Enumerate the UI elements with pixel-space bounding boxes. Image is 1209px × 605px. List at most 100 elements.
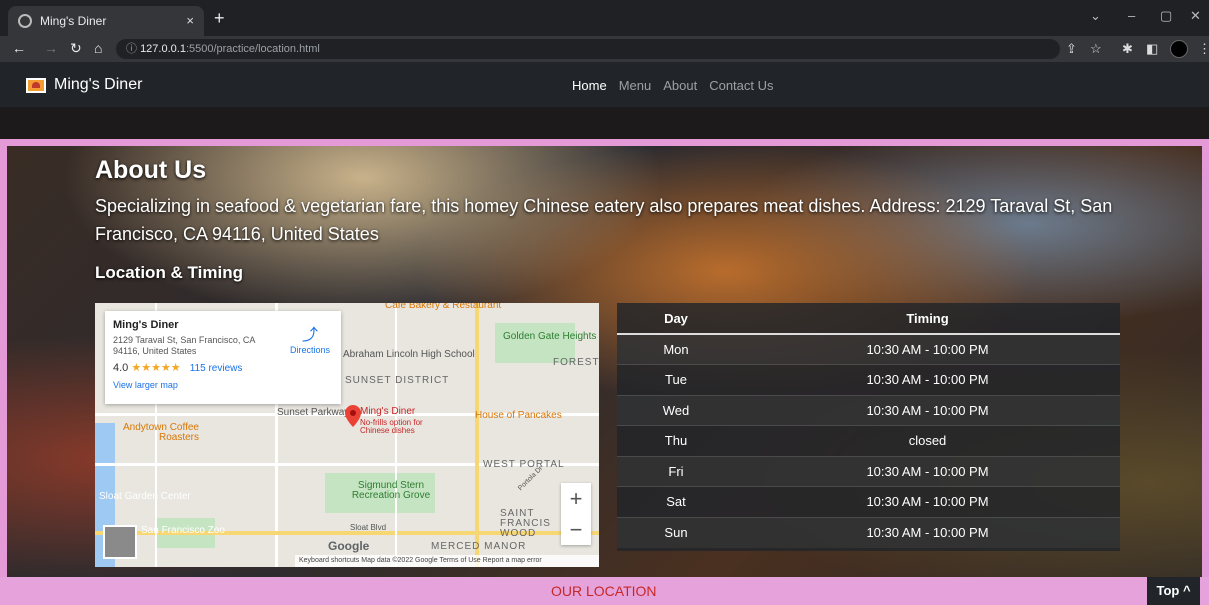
map-label: WEST PORTAL (483, 459, 565, 470)
close-window-button[interactable]: ✕ (1190, 8, 1201, 24)
map-info-card: Ming's Diner 2129 Taraval St, San Franci… (105, 311, 341, 404)
day-cell: Thu (617, 425, 735, 456)
map-label: FOREST (553, 357, 599, 368)
brand[interactable]: Ming's Diner (26, 76, 142, 94)
map-zoom-controls: + − (561, 483, 591, 545)
nav-menu[interactable]: Menu (619, 78, 652, 93)
day-cell: Mon (617, 333, 735, 365)
browser-tab-bar: Ming's Diner × + ⌄ – ▢ ✕ (0, 0, 1209, 36)
table-row: Tue 10:30 AM - 10:00 PM (617, 364, 1120, 395)
day-cell: Sat (617, 486, 735, 517)
map-label: MERCED MANOR (431, 541, 527, 552)
map-pin-icon[interactable] (345, 405, 361, 427)
map-label: SUNSET DISTRICT (345, 375, 450, 386)
header-timing: Timing (735, 303, 1120, 335)
back-icon[interactable]: ← (12, 40, 26, 56)
nav-about[interactable]: About (663, 78, 697, 93)
timing-cell: 10:30 AM - 10:00 PM (735, 486, 1120, 517)
map-label: Sloat Blvd (350, 523, 387, 532)
close-tab-icon[interactable]: × (186, 13, 194, 28)
timing-table: Day Timing Mon 10:30 AM - 10:00 PM Tue 10:… (617, 303, 1120, 548)
timing-cell: 10:30 AM - 10:00 PM (735, 333, 1120, 365)
rating-value: 4.0 (113, 362, 129, 374)
reviews-link[interactable]: 115 reviews (190, 363, 243, 374)
google-logo: Google (328, 539, 370, 553)
timing-cell: 10:30 AM - 10:00 PM (735, 455, 1120, 487)
forward-icon[interactable]: → (44, 40, 58, 56)
side-panel-icon[interactable]: ◧ (1146, 41, 1158, 57)
map-label: Andytown Coffee Roasters (123, 422, 199, 443)
hero-section: About Us Specializing in seafood & veget… (0, 107, 1209, 577)
timing-cell: 10:30 AM - 10:00 PM (735, 394, 1120, 426)
pink-border-top (0, 139, 1209, 146)
timing-cell: 10:30 AM - 10:00 PM (735, 364, 1120, 395)
menu-icon[interactable]: ⋮ (1198, 41, 1209, 57)
timing-cell: 10:30 AM - 10:00 PM (735, 516, 1120, 548)
directions-button[interactable]: ⤴ Directions (285, 321, 335, 355)
diner-logo-icon (26, 77, 46, 93)
zoom-in-button[interactable]: + (561, 483, 591, 514)
map-label: Cafe Bakery & Restaurant (385, 303, 502, 311)
map-attribution: Keyboard shortcuts Map data ©2022 Google… (295, 555, 599, 567)
extensions-icon[interactable]: ✱ (1122, 41, 1133, 57)
map-pin-label: Ming's Diner (360, 406, 416, 417)
restore-button[interactable]: ▢ (1160, 8, 1172, 24)
day-cell: Tue (617, 364, 735, 395)
pink-border-left (0, 139, 7, 577)
timing-table-wrapper: Day Timing Mon 10:30 AM - 10:00 PM Tue 10:… (617, 303, 1120, 551)
tab-search-icon[interactable]: ⌄ (1090, 8, 1101, 24)
nav-contact[interactable]: Contact Us (709, 78, 773, 93)
reload-icon[interactable]: ↻ (70, 40, 82, 57)
rating-stars-icon: ★★★★★ (131, 362, 181, 374)
map-road (475, 303, 479, 567)
directions-icon: ⤴ (301, 327, 318, 344)
back-to-top-button[interactable]: Top ^ (1147, 577, 1200, 605)
map-label: Abraham Lincoln High School (343, 349, 475, 360)
map-label: House of Pancakes (475, 410, 562, 421)
url-path: :5500/practice/location.html (185, 43, 320, 55)
view-larger-map-link[interactable]: View larger map (113, 380, 333, 390)
map-road (395, 303, 397, 567)
address-bar-row: ← → ↻ ⌂ ⓘ 127.0.0.1:5500/practice/locati… (0, 36, 1209, 62)
about-heading: About Us (95, 156, 207, 184)
directions-label: Directions (289, 345, 330, 355)
map-label: Golden Gate Heights Park (503, 331, 599, 342)
bookmark-star-icon[interactable]: ☆ (1090, 41, 1102, 57)
our-location-heading: OUR LOCATION (551, 583, 657, 599)
google-map[interactable]: Cafe Bakery & Restaurant Golden Gate Hei… (95, 303, 599, 567)
table-row: Mon 10:30 AM - 10:00 PM (617, 333, 1120, 365)
brand-name: Ming's Diner (54, 76, 143, 93)
map-label: Sloat Garden Center (99, 491, 191, 502)
home-icon[interactable]: ⌂ (94, 40, 102, 56)
map-label: San Francisco Zoo (141, 525, 225, 536)
profile-avatar[interactable] (1170, 40, 1188, 58)
day-cell: Sun (617, 516, 735, 548)
new-tab-button[interactable]: + (214, 8, 225, 29)
share-icon[interactable]: ⇪ (1066, 41, 1077, 57)
location-heading: Location & Timing (95, 263, 243, 282)
table-row: Wed 10:30 AM - 10:00 PM (617, 394, 1120, 426)
timing-cell: closed (735, 425, 1120, 456)
nav-home[interactable]: Home (572, 78, 607, 93)
map-pin-sublabel: No-frills option for Chinese dishes (360, 418, 423, 435)
globe-icon (18, 14, 32, 28)
about-description: Specializing in seafood & vegetarian far… (95, 196, 1113, 244)
nav-links: Home Menu About Contact Us (572, 78, 774, 93)
zoom-out-button[interactable]: − (561, 514, 591, 545)
url-host: 127.0.0.1 (140, 43, 186, 55)
header-day: Day (617, 303, 735, 335)
street-view-thumbnail[interactable] (103, 525, 137, 559)
day-cell: Fri (617, 455, 735, 487)
minimize-button[interactable]: – (1128, 8, 1135, 23)
table-header-row: Day Timing (617, 303, 1120, 335)
table-row: Thu closed (617, 425, 1120, 456)
map-label: Sigmund Stern Recreation Grove (351, 480, 431, 501)
table-row: Sat 10:30 AM - 10:00 PM (617, 486, 1120, 517)
map-place-address: 2129 Taraval St, San Francisco, CA 94116… (113, 335, 255, 356)
pink-border-right (1202, 139, 1209, 577)
site-navbar: Ming's Diner Home Menu About Contact Us (0, 62, 1209, 107)
map-rating: 4.0 ★★★★★ 115 reviews (113, 361, 333, 374)
url-field[interactable]: ⓘ 127.0.0.1:5500/practice/location.html (116, 39, 1060, 59)
browser-tab[interactable]: Ming's Diner × (8, 6, 204, 36)
map-label: SAINT FRANCIS WOOD (500, 508, 551, 539)
